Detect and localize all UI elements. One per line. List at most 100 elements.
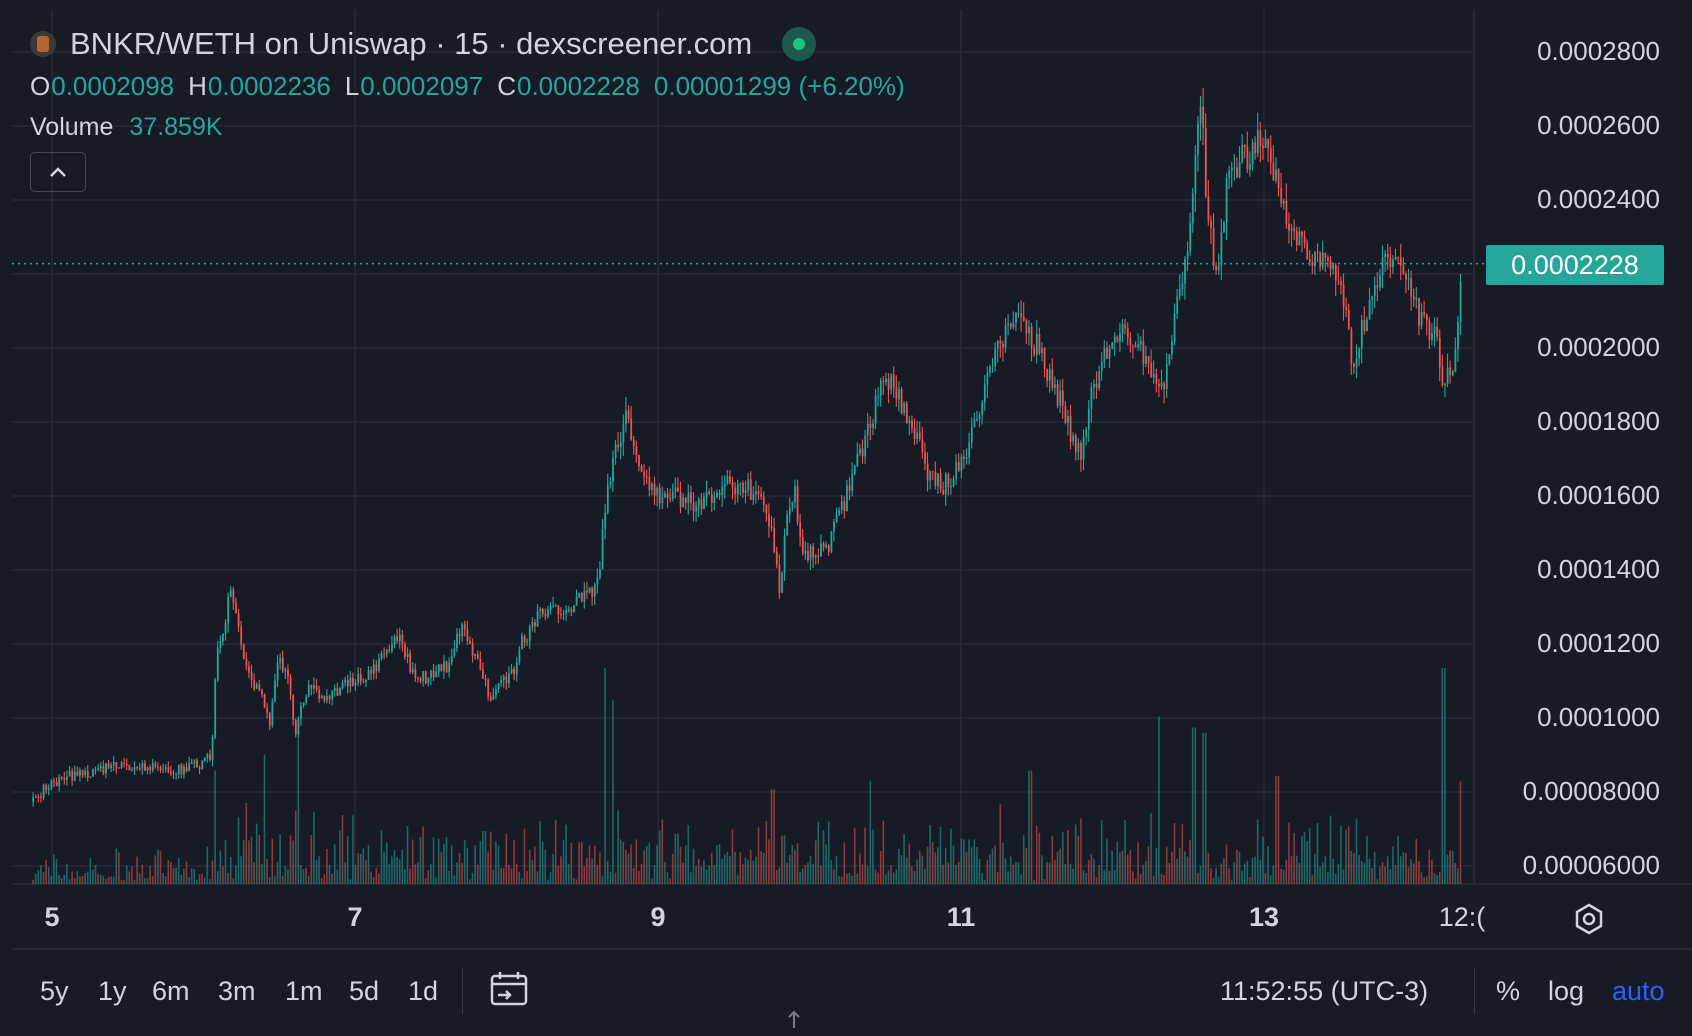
volume-bar <box>596 864 599 884</box>
candle-body <box>1280 187 1283 204</box>
volume-bar <box>606 860 609 884</box>
go-to-date-icon[interactable] <box>488 968 530 1015</box>
volume-bar <box>1392 846 1394 884</box>
volume-bar <box>419 837 422 884</box>
volume-bar <box>1355 819 1358 884</box>
candle-body <box>1002 344 1004 348</box>
change-value: 0.00001299 (+6.20%) <box>653 70 905 101</box>
range-1y-button[interactable]: 1y <box>98 976 127 1007</box>
candle-body <box>913 428 916 439</box>
volume-bar <box>466 847 469 884</box>
auto-scale-button[interactable]: auto <box>1612 976 1665 1007</box>
clock-timezone[interactable]: 11:52:55 (UTC-3) <box>1220 976 1428 1007</box>
volume-bar <box>1074 824 1077 884</box>
candle-body <box>513 669 516 675</box>
candle-body <box>1402 265 1405 274</box>
price-tick-label: 0.00008000 <box>1522 776 1660 806</box>
candle-body <box>1347 309 1350 330</box>
volume-bar <box>541 841 544 884</box>
volume-bar <box>1353 853 1355 884</box>
collapse-legend-button[interactable] <box>30 152 86 192</box>
candle-body <box>905 403 908 423</box>
candle-body <box>1371 296 1374 300</box>
candle-body <box>814 555 817 558</box>
volume-bar <box>450 845 453 884</box>
volume-bar <box>1301 836 1303 884</box>
volume-bar <box>796 843 799 884</box>
volume-bar <box>515 863 518 884</box>
log-scale-button[interactable]: log <box>1548 976 1584 1007</box>
volume-bar <box>1173 823 1176 884</box>
volume-bar <box>755 856 757 884</box>
volume-bar <box>409 868 411 884</box>
range-3m-button[interactable]: 3m <box>218 976 256 1007</box>
range-1d-button[interactable]: 1d <box>408 976 438 1007</box>
candle-body <box>443 661 445 672</box>
candle-body <box>1043 347 1046 369</box>
volume-bar <box>942 864 944 884</box>
volume-bar <box>1389 868 1392 884</box>
candle-body <box>1441 367 1444 386</box>
candle-body <box>1353 363 1355 367</box>
range-1m-button[interactable]: 1m <box>285 976 323 1007</box>
candle-body <box>1152 373 1155 378</box>
volume-bar <box>788 854 791 884</box>
settings-gear-icon[interactable] <box>1572 902 1606 941</box>
volume-bar <box>102 876 105 884</box>
candle-body <box>453 648 456 656</box>
candle-body <box>1145 356 1147 364</box>
volume-bar <box>656 845 658 884</box>
range-5y-button[interactable]: 5y <box>40 976 69 1007</box>
candle-body <box>957 462 960 471</box>
volume-bar <box>136 856 138 884</box>
volume-bar <box>175 867 177 884</box>
price-tick-label: 0.00006000 <box>1522 850 1660 880</box>
volume-bar <box>180 874 183 884</box>
candle-body <box>206 754 209 758</box>
candle-body <box>409 653 412 673</box>
percent-scale-button[interactable]: % <box>1496 976 1520 1007</box>
volume-bar <box>55 858 58 884</box>
volume-bar <box>435 877 437 884</box>
volume-bar <box>593 845 596 884</box>
candle-body <box>1090 387 1093 409</box>
candle-body <box>593 584 596 597</box>
volume-bar <box>1267 846 1269 884</box>
candle-body <box>326 696 328 701</box>
volume-bar <box>1181 824 1184 884</box>
volume-bar <box>1072 868 1074 884</box>
candle-body <box>807 550 809 561</box>
volume-bar <box>1269 875 1272 884</box>
candle-body <box>1319 252 1322 268</box>
candle-body <box>926 463 929 481</box>
candle-body <box>549 606 552 610</box>
candle-body <box>892 374 895 388</box>
volume-bar <box>333 844 336 884</box>
candle-body <box>908 420 911 423</box>
range-5d-button[interactable]: 5d <box>349 976 379 1007</box>
candle-body <box>1074 435 1077 452</box>
candle-body <box>1288 223 1290 231</box>
candle-body <box>895 387 898 400</box>
range-6m-button[interactable]: 6m <box>152 976 190 1007</box>
candle-body <box>1160 382 1163 387</box>
arrow-up-icon[interactable] <box>786 1008 802 1035</box>
candle-body <box>94 769 97 771</box>
volume-bar <box>105 878 107 884</box>
candle-body <box>383 653 386 655</box>
candle-body <box>887 378 890 390</box>
volume-bar <box>339 830 341 884</box>
candle-body <box>703 496 705 509</box>
volume-bar <box>58 875 60 884</box>
volume-bar <box>1022 835 1025 884</box>
volume-bar <box>890 865 892 884</box>
volume-bar <box>635 839 638 884</box>
price-chart[interactable] <box>0 0 1692 1036</box>
chart-container[interactable]: BNKR/WETH on Uniswap · 15 · dexscreener.… <box>0 0 1692 1036</box>
candle-body <box>921 438 924 453</box>
candle-body <box>136 767 139 769</box>
volume-bar <box>1259 859 1262 884</box>
volume-bar <box>461 862 463 884</box>
volume-bar <box>154 855 157 884</box>
volume-bar <box>209 879 211 884</box>
